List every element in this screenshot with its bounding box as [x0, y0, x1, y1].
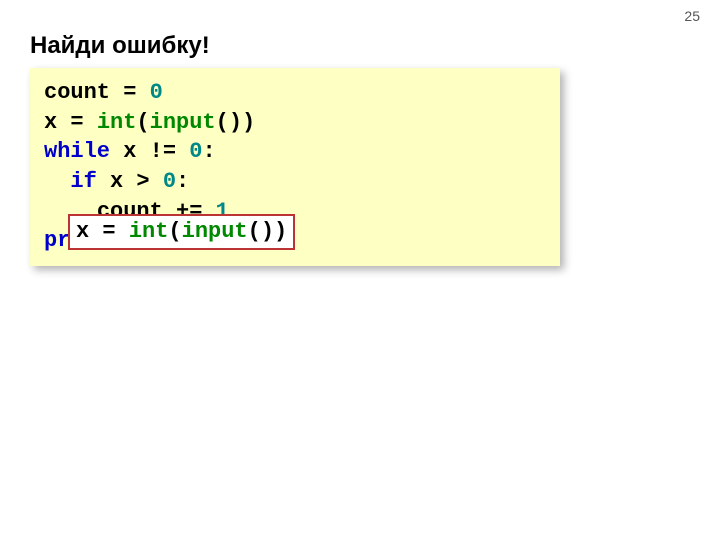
- code-line-4: if x > 0:: [44, 167, 546, 197]
- code-line-3: while x != 0:: [44, 137, 546, 167]
- correction-overlay: x = int(input()): [68, 214, 295, 250]
- code-line-2: x = int(input()): [44, 108, 546, 138]
- page-number: 25: [684, 8, 700, 24]
- slide-title: Найди ошибку!: [30, 32, 210, 60]
- code-line-1: count = 0: [44, 78, 546, 108]
